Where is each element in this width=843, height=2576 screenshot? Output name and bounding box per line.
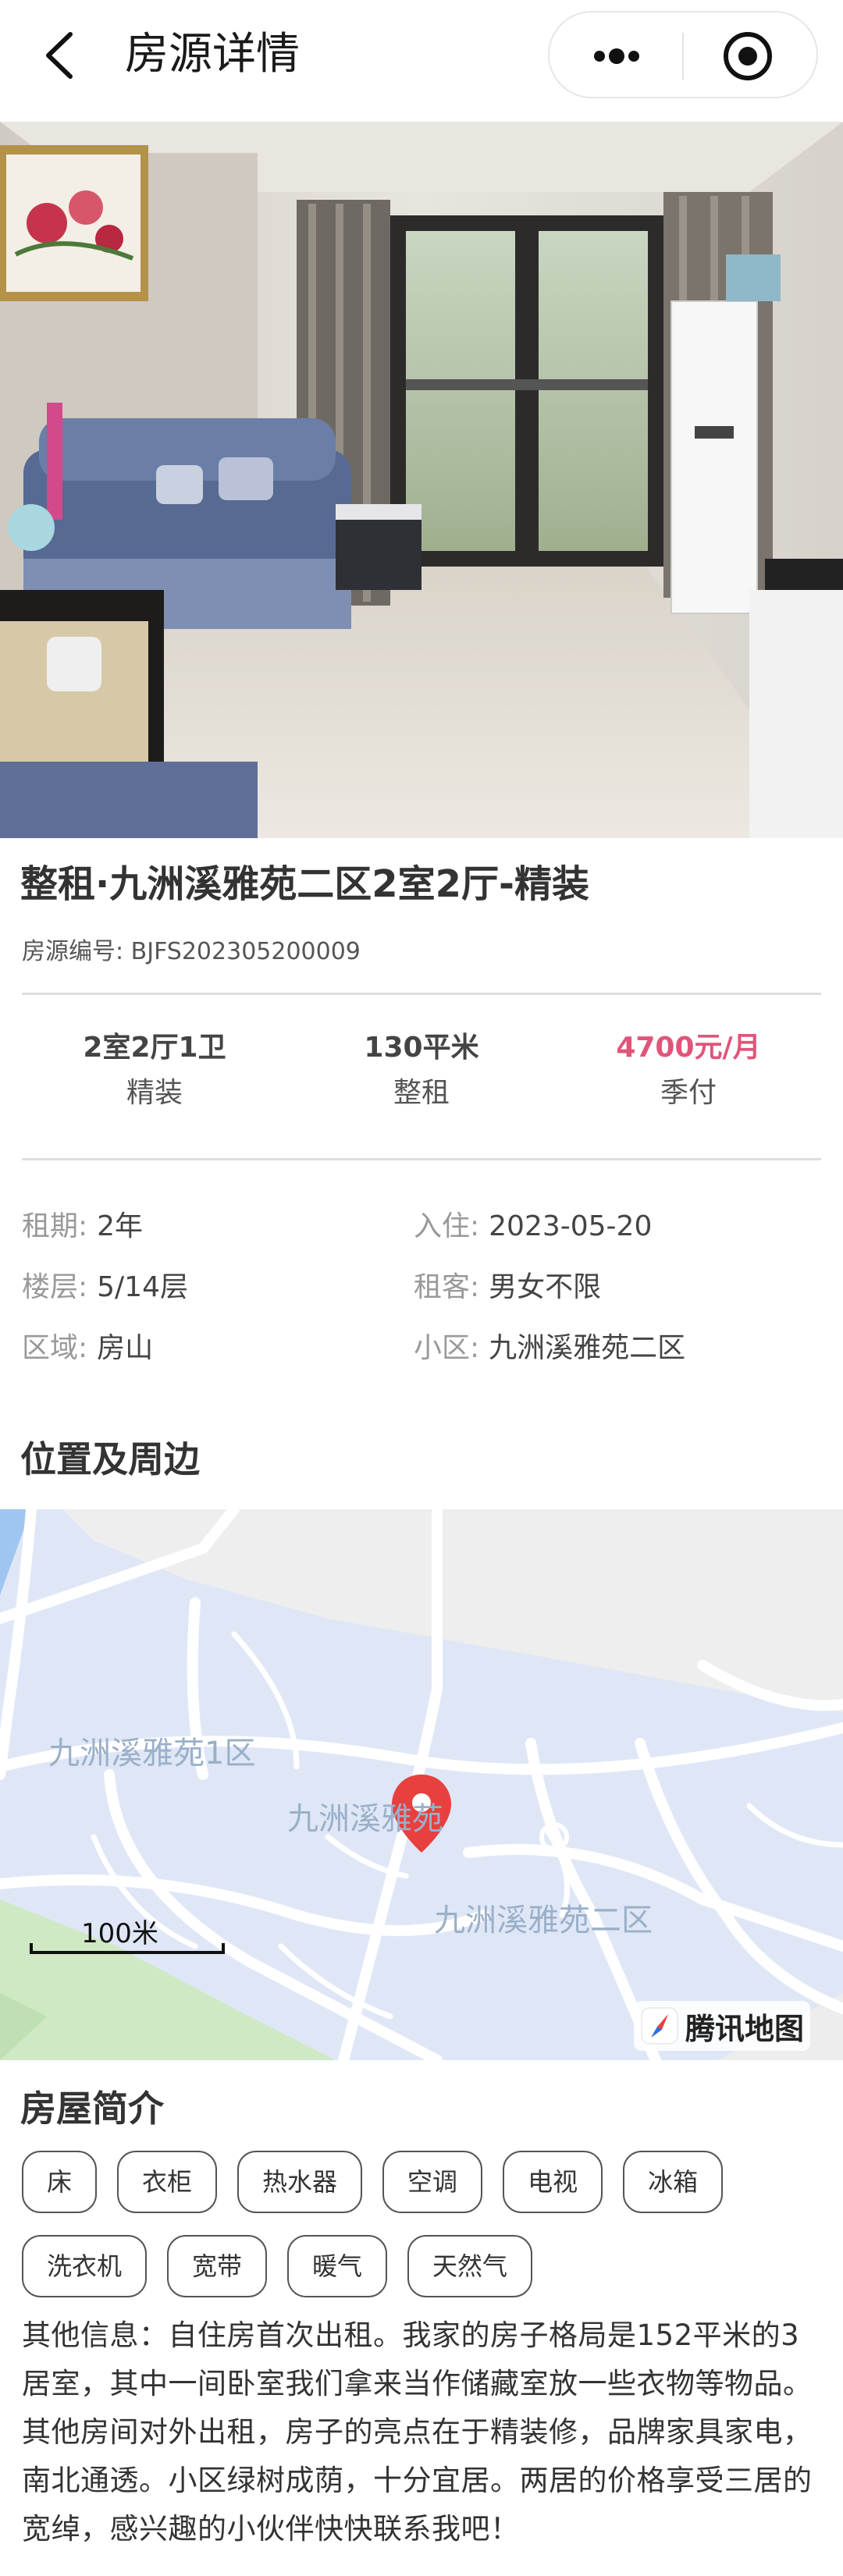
amenity-tag: 热水器: [237, 2151, 363, 2213]
back-chevron-left-icon[interactable]: [34, 28, 89, 83]
info-movein: 入住: 2023-05-20: [414, 1202, 652, 1252]
map-provider-label: 腾讯地图: [685, 2011, 805, 2046]
info-floor: 楼层: 5/14层: [22, 1263, 188, 1313]
map-label-area1: 九洲溪雅苑1区: [48, 1736, 256, 1771]
stat-layout-value: 2室2厅1卫: [83, 1032, 226, 1064]
info-value: 5/14层: [97, 1271, 188, 1303]
info-label: 租客:: [414, 1271, 480, 1303]
info-value: 房山: [97, 1332, 154, 1364]
stat-decoration-value: 精装: [126, 1077, 183, 1109]
map-canvas: [0, 1509, 843, 2060]
info-row: 租期: 2年 入住: 2023-05-20: [22, 1202, 821, 1263]
location-section-title: 位置及周边: [20, 1438, 200, 1480]
info-row: 楼层: 5/14层 租客: 男女不限: [22, 1263, 821, 1324]
listing-code: 房源编号: BJFS202305200009: [22, 938, 361, 965]
info-value: 男女不限: [489, 1271, 602, 1303]
stat-layout: 2室2厅1卫 精装: [22, 1027, 287, 1114]
divider: [22, 993, 821, 995]
capsule-divider: [682, 33, 684, 80]
photo-carousel[interactable]: [0, 122, 843, 838]
amenity-tag: 洗衣机: [22, 2235, 148, 2297]
info-value: 九洲溪雅苑二区: [489, 1332, 686, 1364]
info-value: 2年: [97, 1210, 144, 1242]
stat-price: 4700元/月 季付: [556, 1027, 821, 1114]
stat-price-value: 4700元/月: [616, 1032, 761, 1064]
amenity-tag: 宽带: [167, 2235, 268, 2297]
map-scale-label: 100米: [81, 1918, 158, 1949]
info-label: 小区:: [414, 1332, 480, 1364]
stat-payment-value: 季付: [660, 1077, 717, 1109]
info-grid: 租期: 2年 入住: 2023-05-20 楼层: 5/14层 租客: 男女不限 区域:…: [22, 1202, 821, 1384]
amenity-tag: 冰箱: [623, 2151, 724, 2213]
info-label: 区域:: [22, 1332, 88, 1364]
listing-title: 整租·九洲溪雅苑二区2室2厅-精装: [20, 862, 589, 906]
amenity-tags: 床 衣柜 热水器 空调 电视 冰箱 洗衣机 宽带 暖气 天然气: [22, 2151, 826, 2297]
mini-program-capsule: [548, 11, 818, 98]
info-label: 租期:: [22, 1210, 88, 1242]
info-term: 租期: 2年: [22, 1202, 143, 1252]
amenity-tag: 天然气: [407, 2235, 533, 2297]
info-community: 小区: 九洲溪雅苑二区: [414, 1324, 685, 1373]
divider: [22, 1158, 821, 1160]
map-label-area2: 九洲溪雅苑二区: [434, 1903, 653, 1938]
map-label-area-main: 九洲溪雅苑: [287, 1801, 443, 1837]
compass-icon: [640, 2006, 679, 2045]
page-title: 房源详情: [125, 29, 300, 80]
amenity-tag: 空调: [382, 2151, 483, 2213]
amenity-tag: 床: [22, 2151, 98, 2213]
info-tenant: 租客: 男女不限: [414, 1263, 601, 1313]
living-room-photo: [0, 122, 843, 838]
listing-description: 其他信息：自住房首次出租。我家的房子格局是152平米的3居室，其中一间卧室我们拿…: [22, 2318, 813, 2546]
target-icon[interactable]: [720, 28, 776, 84]
location-map[interactable]: 九洲溪雅苑1区 九洲溪雅苑 九洲溪雅苑二区 100米 腾讯地图: [0, 1509, 843, 2060]
info-label: 入住:: [414, 1210, 480, 1242]
map-provider-badge: 腾讯地图: [634, 2001, 811, 2051]
stat-rent-type-value: 整租: [393, 1077, 450, 1109]
stat-area-value: 130平米: [364, 1032, 479, 1064]
info-row: 区域: 房山 小区: 九洲溪雅苑二区: [22, 1324, 821, 1384]
amenity-tag: 暖气: [287, 2235, 388, 2297]
nav-bar: 房源详情: [0, 0, 843, 122]
amenity-tag: 电视: [503, 2151, 603, 2213]
stat-size: 130平米 整租: [289, 1027, 554, 1114]
info-value: 2023-05-20: [489, 1210, 653, 1242]
amenity-tag: 衣柜: [117, 2151, 218, 2213]
info-label: 楼层:: [22, 1271, 88, 1303]
intro-section-title: 房屋简介: [20, 2087, 164, 2130]
key-stats: 2室2厅1卫 精装 130平米 整租 4700元/月 季付: [22, 1027, 821, 1128]
info-area: 区域: 房山: [22, 1324, 153, 1373]
more-dots-icon[interactable]: [584, 34, 649, 78]
